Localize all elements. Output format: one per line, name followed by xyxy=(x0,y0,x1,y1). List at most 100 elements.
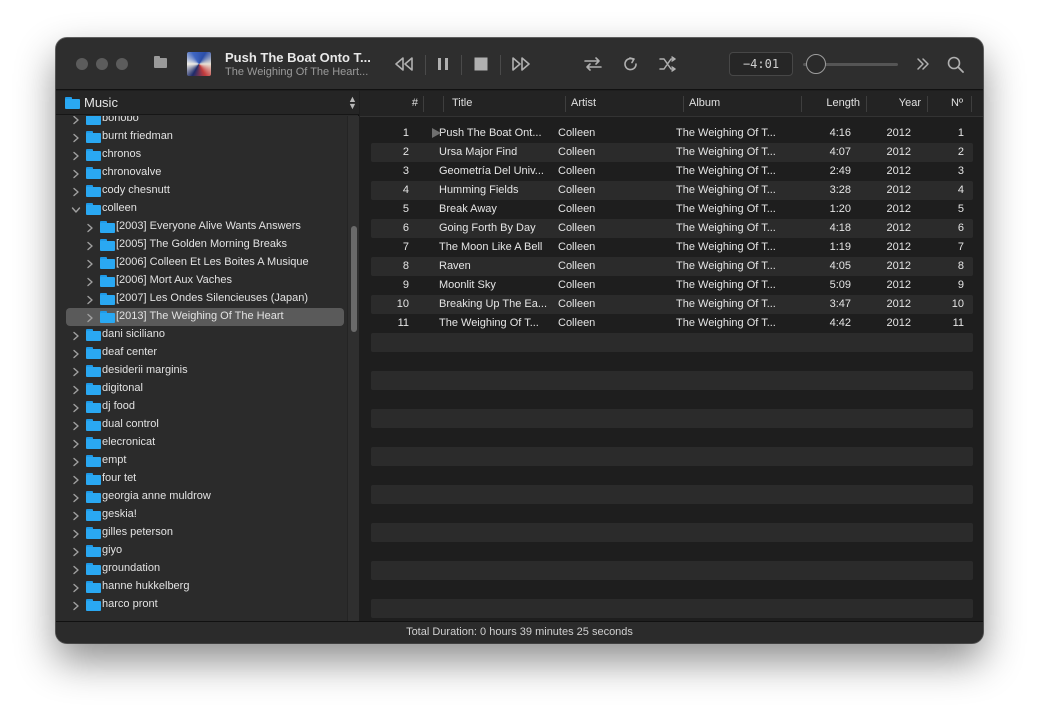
minimize-window-button[interactable] xyxy=(96,58,108,70)
chevron-right-icon[interactable] xyxy=(71,437,81,449)
pause-icon[interactable] xyxy=(434,50,452,78)
sidebar-item[interactable]: gilles peterson xyxy=(66,524,344,542)
sidebar-item[interactable]: chronovalve xyxy=(66,164,344,182)
repeat-one-icon[interactable] xyxy=(620,50,642,78)
column-divider xyxy=(565,96,566,112)
track-artist: Colleen xyxy=(558,279,596,291)
sidebar-item[interactable]: bonobo xyxy=(66,116,344,128)
sidebar-item[interactable]: colleen xyxy=(66,200,344,218)
sidebar-item[interactable]: dual control xyxy=(66,416,344,434)
track-row[interactable]: 5 Break Away Colleen The Weighing Of T... 1:… xyxy=(371,200,973,219)
sidebar-item[interactable]: [2013] The Weighing Of The Heart xyxy=(66,308,344,326)
track-row[interactable]: 11 The Weighing Of T... Colleen The Weighin… xyxy=(371,314,973,333)
sidebar-scrollbar-thumb[interactable] xyxy=(351,226,357,332)
column-header-artist[interactable]: Artist xyxy=(571,91,681,117)
fast-forward-icon[interactable] xyxy=(509,50,533,78)
stop-icon[interactable] xyxy=(472,50,490,78)
track-row[interactable]: 10 Breaking Up The Ea... Colleen The Weighi… xyxy=(371,295,973,314)
chevron-right-icon[interactable] xyxy=(71,116,81,125)
chevron-right-icon[interactable] xyxy=(71,545,81,557)
track-row[interactable]: 7 The Moon Like A Bell Colleen The Weighing… xyxy=(371,238,973,257)
chevron-right-icon[interactable] xyxy=(71,527,81,539)
sidebar-item[interactable]: [2006] Colleen Et Les Boites A Musique xyxy=(66,254,344,272)
sidebar-item[interactable]: hanne hukkelberg xyxy=(66,578,344,596)
track-row[interactable]: 6 Going Forth By Day Colleen The Weighing O… xyxy=(371,219,973,238)
track-row[interactable]: 4 Humming Fields Colleen The Weighing Of T.… xyxy=(371,181,973,200)
up-down-chevron-icon[interactable]: ▲ ▼ xyxy=(348,95,357,111)
track-album: The Weighing Of T... xyxy=(676,184,776,196)
chevron-right-icon[interactable] xyxy=(71,581,81,593)
sidebar-item[interactable]: harco pront xyxy=(66,596,344,614)
double-chevron-right-icon[interactable] xyxy=(914,50,932,78)
rewind-icon[interactable] xyxy=(392,50,416,78)
column-header-length[interactable]: Length xyxy=(804,91,860,117)
track-row[interactable]: 8 Raven Colleen The Weighing Of T... 4:05 201… xyxy=(371,257,973,276)
column-header-album[interactable]: Album xyxy=(689,91,799,117)
chevron-right-icon[interactable] xyxy=(85,311,95,323)
album-art[interactable] xyxy=(187,52,211,76)
track-row[interactable]: 1 Push The Boat Ont... Colleen The Weighing… xyxy=(371,124,973,143)
sidebar-item[interactable]: [2006] Mort Aux Vaches xyxy=(66,272,344,290)
chevron-right-icon[interactable] xyxy=(71,167,81,179)
sidebar-item[interactable]: dani siciliano xyxy=(66,326,344,344)
chevron-right-icon[interactable] xyxy=(71,563,81,575)
sidebar-item[interactable]: geskia! xyxy=(66,506,344,524)
chevron-right-icon[interactable] xyxy=(71,455,81,467)
repeat-icon[interactable] xyxy=(581,50,605,78)
sidebar-item[interactable]: groundation xyxy=(66,560,344,578)
sidebar-item-label: [2003] Everyone Alive Wants Answers xyxy=(116,220,301,232)
chevron-right-icon[interactable] xyxy=(71,383,81,395)
chevron-right-icon[interactable] xyxy=(85,275,95,287)
sidebar-scrollbar[interactable] xyxy=(347,116,359,621)
sidebar-item[interactable]: giyo xyxy=(66,542,344,560)
chevron-right-icon[interactable] xyxy=(85,257,95,269)
track-row[interactable]: 2 Ursa Major Find Colleen The Weighing Of T… xyxy=(371,143,973,162)
sidebar-item[interactable]: chronos xyxy=(66,146,344,164)
sidebar-item[interactable]: desiderii marginis xyxy=(66,362,344,380)
chevron-right-icon[interactable] xyxy=(85,221,95,233)
library-source-selector[interactable]: Music ▲ ▼ xyxy=(56,91,359,115)
chevron-right-icon[interactable] xyxy=(71,491,81,503)
column-header-number[interactable]: # xyxy=(360,91,418,117)
sidebar-item[interactable]: dj food xyxy=(66,398,344,416)
chevron-right-icon[interactable] xyxy=(85,293,95,305)
column-header-year[interactable]: Year xyxy=(869,91,921,117)
sidebar-item[interactable]: cody chesnutt xyxy=(66,182,344,200)
chevron-right-icon[interactable] xyxy=(71,599,81,611)
chevron-right-icon[interactable] xyxy=(85,239,95,251)
column-divider xyxy=(866,96,867,112)
sidebar-item[interactable]: [2007] Les Ondes Silencieuses (Japan) xyxy=(66,290,344,308)
time-remaining-display[interactable]: −4:01 xyxy=(729,52,793,76)
chevron-right-icon[interactable] xyxy=(71,185,81,197)
search-icon[interactable] xyxy=(944,50,966,78)
chevron-right-icon[interactable] xyxy=(71,419,81,431)
sidebar-item[interactable]: digitonal xyxy=(66,380,344,398)
chevron-right-icon[interactable] xyxy=(71,347,81,359)
chevron-down-icon[interactable] xyxy=(71,203,81,215)
folder-icon[interactable] xyxy=(154,56,168,68)
column-header-title[interactable]: Title xyxy=(452,91,562,117)
chevron-right-icon[interactable] xyxy=(71,149,81,161)
sidebar-item[interactable]: georgia anne muldrow xyxy=(66,488,344,506)
chevron-right-icon[interactable] xyxy=(71,131,81,143)
close-window-button[interactable] xyxy=(76,58,88,70)
shuffle-icon[interactable] xyxy=(657,50,679,78)
sidebar-item[interactable]: [2003] Everyone Alive Wants Answers xyxy=(66,218,344,236)
chevron-right-icon[interactable] xyxy=(71,509,81,521)
sidebar-item[interactable]: four tet xyxy=(66,470,344,488)
track-row[interactable]: 9 Moonlit Sky Colleen The Weighing Of T... 5… xyxy=(371,276,973,295)
column-header-track-no[interactable]: Nº xyxy=(930,91,963,117)
sidebar-item[interactable]: burnt friedman xyxy=(66,128,344,146)
sidebar-item[interactable]: [2005] The Golden Morning Breaks xyxy=(66,236,344,254)
sidebar-item[interactable]: elecronicat xyxy=(66,434,344,452)
track-length: 1:20 xyxy=(829,203,851,215)
chevron-right-icon[interactable] xyxy=(71,329,81,341)
chevron-right-icon[interactable] xyxy=(71,401,81,413)
zoom-window-button[interactable] xyxy=(116,58,128,70)
volume-slider-knob[interactable] xyxy=(806,54,826,74)
chevron-right-icon[interactable] xyxy=(71,473,81,485)
sidebar-item[interactable]: empt xyxy=(66,452,344,470)
sidebar-item[interactable]: deaf center xyxy=(66,344,344,362)
chevron-right-icon[interactable] xyxy=(71,365,81,377)
track-row[interactable]: 3 Geometría Del Univ... Colleen The Weighin… xyxy=(371,162,973,181)
